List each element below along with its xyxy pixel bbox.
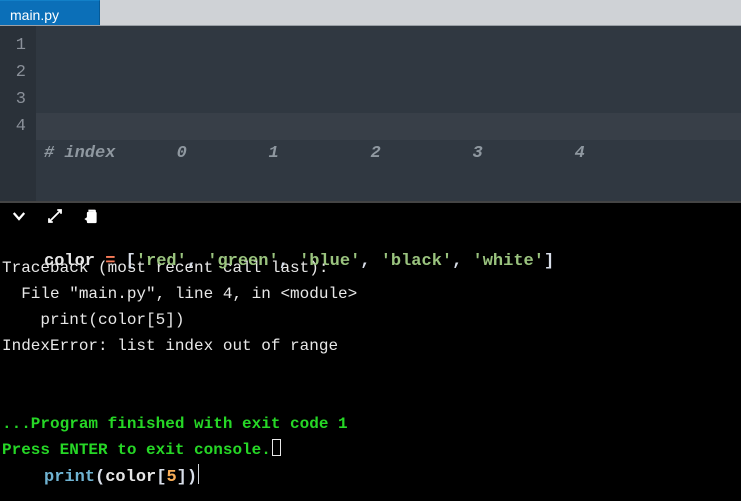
code-line: # index 0 1 2 3 4 [44, 140, 741, 167]
code-editor[interactable]: 1 2 3 4 # index 0 1 2 3 4 color = ['red'… [0, 26, 741, 201]
tab-bar: main.py [0, 0, 741, 26]
code-line [44, 356, 741, 383]
line-number: 3 [6, 86, 26, 113]
line-number-gutter: 1 2 3 4 [0, 26, 36, 201]
line-number: 4 [6, 113, 26, 140]
file-tab-label: main.py [10, 7, 59, 23]
collapse-icon[interactable] [10, 207, 28, 225]
text-cursor [198, 464, 199, 484]
code-area[interactable]: # index 0 1 2 3 4 color = ['red', 'green… [36, 26, 741, 201]
code-line: color = ['red', 'green', 'blue', 'black'… [44, 248, 741, 275]
line-number: 2 [6, 59, 26, 86]
file-tab-main-py[interactable]: main.py [0, 0, 100, 25]
line-number: 1 [6, 32, 26, 59]
current-line-highlight [36, 113, 741, 140]
code-line: print(color[5]) [44, 464, 741, 491]
